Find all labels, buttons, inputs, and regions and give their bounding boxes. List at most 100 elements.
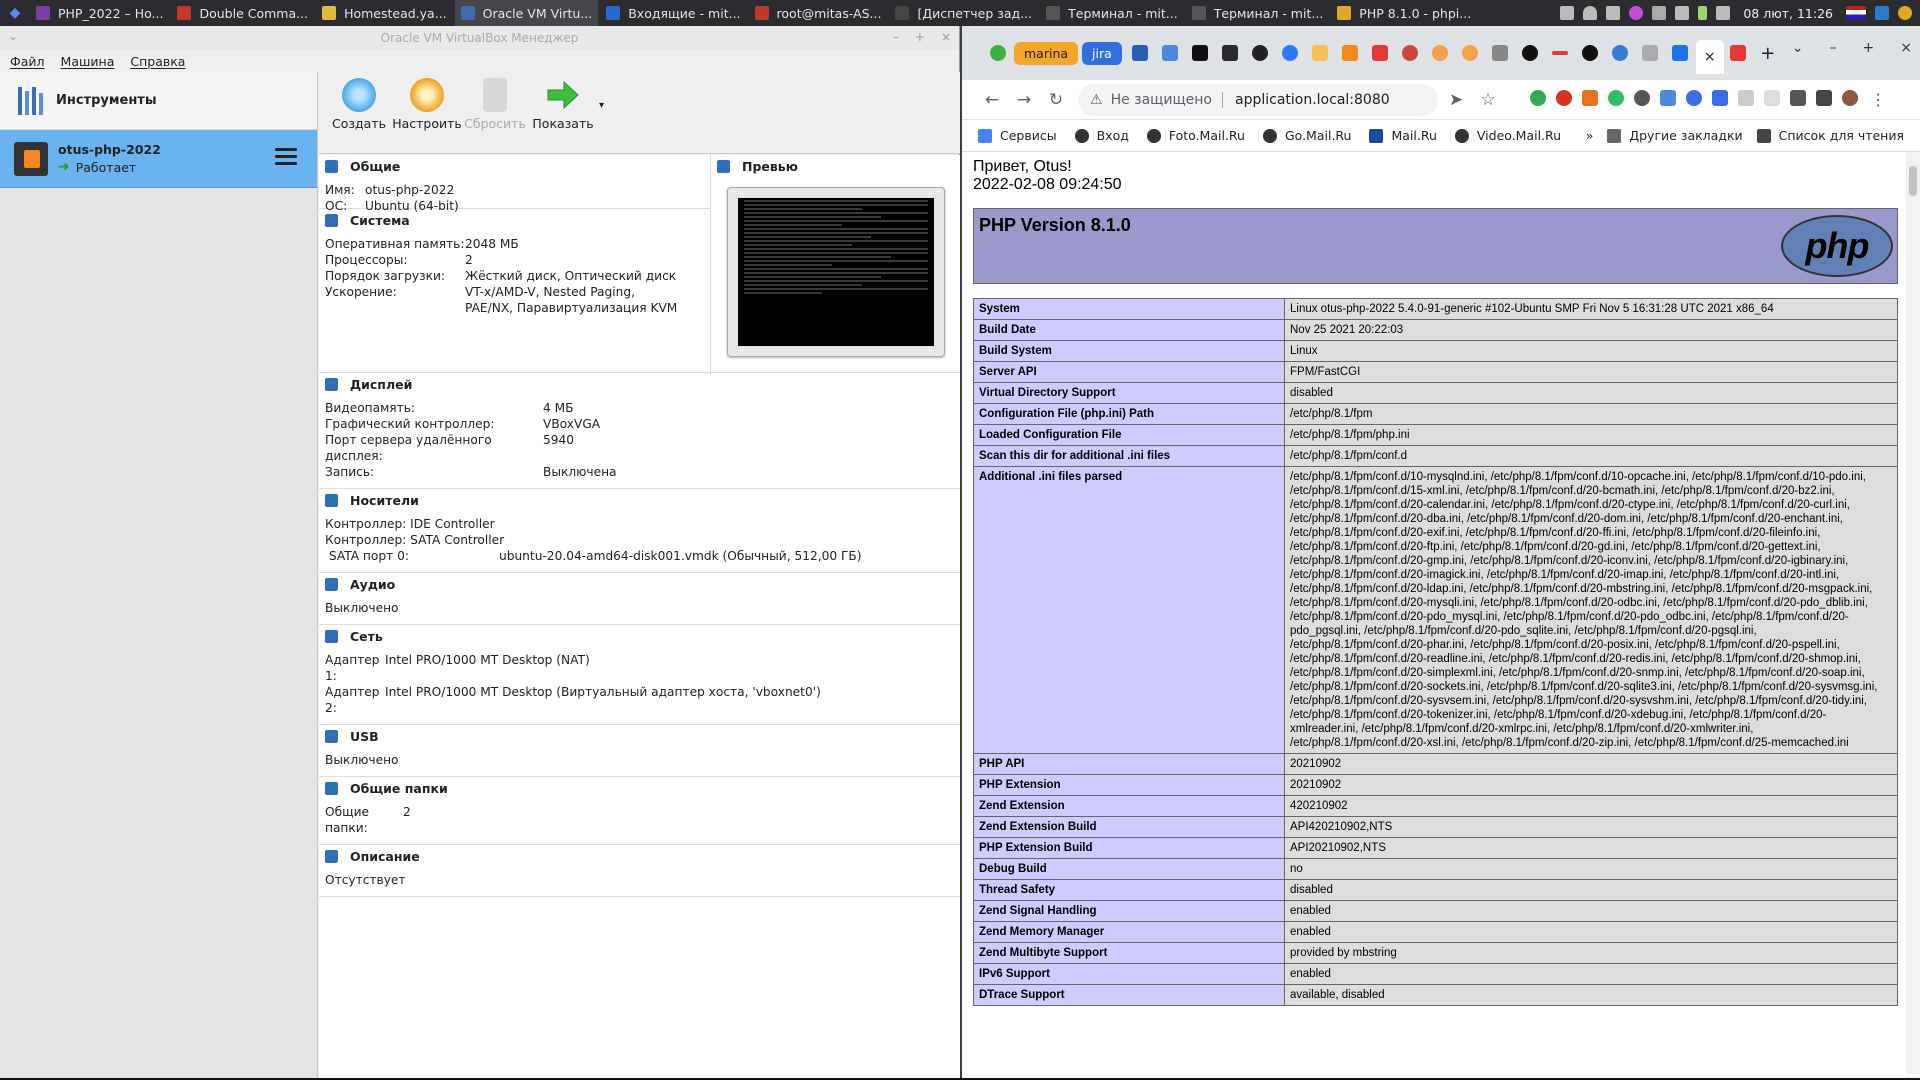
send-icon[interactable]: ➤ (1440, 90, 1472, 110)
discard-button[interactable]: Сбросить (461, 78, 529, 131)
profile-avatar[interactable] (1842, 90, 1858, 106)
taskbar-task[interactable]: [Диспетчер зад... (889, 0, 1038, 26)
minimize-icon[interactable]: – (1830, 40, 1837, 56)
usb-title[interactable]: USB (350, 729, 379, 744)
pinned-tab[interactable] (1724, 39, 1752, 67)
active-tab[interactable]: × (1695, 40, 1724, 74)
bookmarks-overflow-button[interactable]: » (1586, 128, 1594, 143)
taskbar-task[interactable]: Терминал - mit... (1040, 0, 1184, 26)
pinned-tab[interactable] (1246, 39, 1274, 67)
description-title[interactable]: Описание (350, 849, 420, 864)
wifi-icon[interactable] (1675, 6, 1690, 20)
tab-close-icon[interactable]: × (1704, 49, 1716, 65)
taskbar-task[interactable]: Oracle VM Virtu... (454, 0, 599, 26)
pinned-tab[interactable] (1486, 39, 1514, 67)
clock[interactable]: 08 лют, 11:26 (1743, 6, 1833, 21)
window-titlebar[interactable]: ⌄ Oracle VM VirtualBox Менеджер – + × (0, 26, 959, 50)
extension-icon[interactable] (1530, 90, 1546, 106)
pinned-tab[interactable] (1666, 39, 1694, 67)
extensions-puzzle-icon[interactable] (1790, 90, 1806, 106)
pinned-tab[interactable] (1636, 39, 1664, 67)
new-tab-button[interactable]: + (1754, 39, 1782, 67)
show-dropdown-icon[interactable]: ▾ (599, 100, 604, 111)
taskbar-task[interactable]: root@mitas-AS... (749, 0, 888, 26)
pinned-tab[interactable] (1336, 39, 1364, 67)
pinned-tab[interactable] (1576, 39, 1604, 67)
extension-icon[interactable] (1738, 90, 1754, 106)
bookmark-item[interactable]: Video.Mail.Ru (1454, 128, 1561, 143)
omnibox[interactable]: ⚠ Не защищено application.local:8080 (1078, 83, 1438, 116)
notification-bell-icon[interactable] (1583, 6, 1598, 20)
taskbar-task[interactable]: PHP_2022 – Ho... (30, 0, 169, 26)
bookmark-item[interactable]: Вход (1074, 128, 1129, 143)
pinned-tab[interactable] (1186, 39, 1214, 67)
mail-icon[interactable] (1606, 6, 1621, 20)
show-button[interactable]: Показать (529, 78, 597, 131)
pinned-tab[interactable] (1306, 39, 1334, 67)
reload-icon[interactable]: ↻ (1040, 90, 1072, 110)
system-title[interactable]: Система (350, 213, 410, 228)
bookmark-item[interactable]: Сервисы (978, 128, 1057, 143)
extension-icon[interactable] (1712, 90, 1728, 106)
bookmark-star-icon[interactable]: ☆ (1472, 90, 1504, 110)
chrome-tray-icon[interactable] (1898, 6, 1912, 20)
keyboard-layout-flag-icon[interactable] (1846, 6, 1866, 20)
bookmark-item[interactable]: Mail.Ru (1369, 128, 1437, 143)
pinned-tab[interactable] (1216, 39, 1244, 67)
preview-title[interactable]: Превью (742, 159, 798, 174)
pinned-tab[interactable] (1426, 39, 1454, 67)
taskbar-task[interactable]: Double Comma... (171, 0, 314, 26)
bluetooth-icon[interactable] (1652, 6, 1667, 20)
evernote-icon[interactable] (1608, 90, 1624, 106)
back-icon[interactable]: ← (976, 90, 1008, 110)
chrome-menu-icon[interactable]: ⋮ (1870, 90, 1886, 109)
vm-list-item[interactable]: otus-php-2022 ➜ Работает (0, 130, 317, 188)
url-text[interactable]: application.local:8080 (1235, 92, 1390, 108)
settings-extension-icon[interactable] (1634, 90, 1650, 106)
php-logo[interactable]: php (1781, 215, 1893, 277)
taskbar-task[interactable]: Входящие - mit... (600, 0, 746, 26)
network-title[interactable]: Сеть (350, 629, 383, 644)
pinned-tab[interactable] (1546, 39, 1574, 67)
scrollbar-thumb[interactable] (1909, 166, 1917, 196)
pinned-tab[interactable] (1516, 39, 1544, 67)
menu-help[interactable]: Справка (130, 54, 185, 69)
maximize-icon[interactable]: + (915, 30, 925, 44)
forward-icon[interactable]: → (1008, 90, 1040, 110)
pinned-tab[interactable] (984, 39, 1012, 67)
other-bookmarks[interactable]: Другие закладки (1607, 128, 1743, 143)
extension-icon[interactable] (1582, 90, 1598, 106)
start-menu-icon[interactable]: ◆ (6, 4, 24, 22)
pinned-tab[interactable] (1396, 39, 1424, 67)
general-title[interactable]: Общие (350, 159, 400, 174)
skype-icon[interactable] (1875, 6, 1889, 20)
kv-value[interactable]: ubuntu-20.04-amd64-disk001.vmdk (Обычный… (499, 548, 862, 564)
pinned-tab[interactable] (1276, 39, 1304, 67)
reading-list[interactable]: Список для чтения (1756, 128, 1904, 143)
taskbar-task[interactable]: Терминал - mit... (1186, 0, 1330, 26)
pinned-tab-jira[interactable]: jira (1082, 41, 1122, 65)
pinned-tab[interactable] (1366, 39, 1394, 67)
close-icon[interactable]: × (941, 30, 951, 44)
display-title[interactable]: Дисплей (350, 377, 412, 392)
tools-item[interactable]: Инструменты (0, 72, 317, 130)
create-button[interactable]: Создать (325, 78, 393, 131)
extension-icon[interactable] (1764, 90, 1780, 106)
pinned-tab[interactable] (1606, 39, 1634, 67)
not-secure-label[interactable]: Не защищено (1111, 92, 1212, 108)
adblock-icon[interactable] (1556, 90, 1572, 106)
window-menu-icon[interactable]: ⌄ (8, 29, 18, 43)
clipboard-icon[interactable] (1560, 6, 1575, 20)
pinned-tab[interactable] (1156, 39, 1184, 67)
extension-icon[interactable] (1686, 90, 1702, 106)
page-scrollbar[interactable] (1906, 152, 1920, 1074)
audio-title[interactable]: Аудио (350, 577, 395, 592)
maximize-icon[interactable]: + (1863, 40, 1875, 56)
color-app-icon[interactable] (1629, 6, 1644, 20)
vm-preview-thumbnail[interactable] (727, 187, 945, 357)
battery-icon[interactable] (1698, 6, 1708, 20)
reading-list-icon[interactable] (1816, 90, 1832, 106)
menu-machine[interactable]: Машина (61, 54, 115, 69)
bookmark-item[interactable]: Go.Mail.Ru (1262, 128, 1351, 143)
shared-folders-title[interactable]: Общие папки (350, 781, 448, 796)
